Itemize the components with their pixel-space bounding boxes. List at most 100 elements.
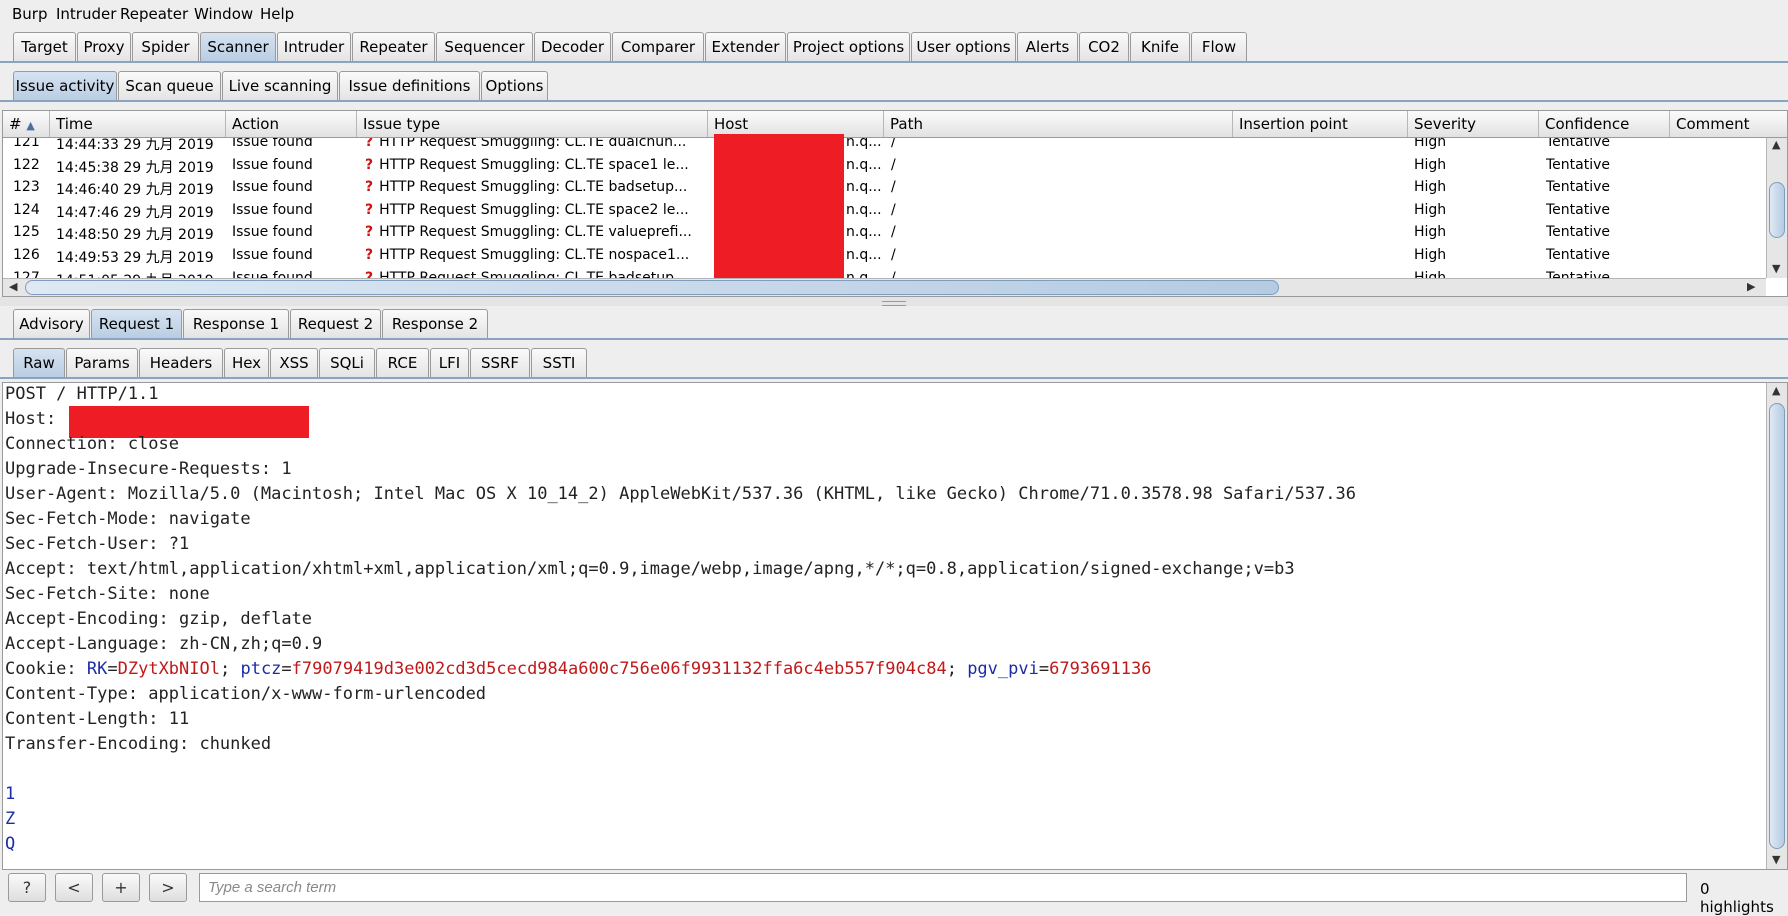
table-header: # ▲ Time Action Issue type Host Path Ins… xyxy=(3,111,1787,138)
tab-rce[interactable]: RCE xyxy=(376,348,429,377)
col-header-confidence[interactable]: Confidence xyxy=(1539,111,1670,137)
tab-params[interactable]: Params xyxy=(66,348,138,377)
menu-repeater[interactable]: Repeater xyxy=(120,5,188,23)
row-number: 127 xyxy=(13,269,40,278)
scroll-right-arrow-icon[interactable]: ▶ xyxy=(1747,280,1755,293)
scroll-up-arrow-icon[interactable]: ▲ xyxy=(1772,384,1780,397)
col-header-action[interactable]: Action xyxy=(226,111,357,137)
row-host: n.q... xyxy=(846,179,882,196)
table-vertical-scrollbar[interactable]: ▲ ▼ xyxy=(1766,138,1787,278)
col-header-severity[interactable]: Severity xyxy=(1408,111,1539,137)
issue-question-icon: ? xyxy=(365,269,374,278)
issue-question-icon: ? xyxy=(365,224,374,241)
row-host: n.q... xyxy=(846,269,882,278)
table-row[interactable]: 123 14:46:40 29 九月 2019 Issue found ? HTT… xyxy=(3,177,1763,200)
col-header-insertion-point[interactable]: Insertion point xyxy=(1233,111,1408,137)
cookie-value: f79079419d3e002cd3d5cecd984a600c756e06f9… xyxy=(291,659,947,679)
raw-request-editor[interactable]: POST / HTTP/1.1 Host: Connection: close … xyxy=(2,382,1788,870)
tab-request-2[interactable]: Request 2 xyxy=(290,309,381,338)
row-number: 123 xyxy=(13,179,40,196)
search-input[interactable] xyxy=(199,873,1687,902)
table-row[interactable]: 126 14:49:53 29 九月 2019 Issue found ? HTT… xyxy=(3,245,1763,268)
row-severity: High xyxy=(1414,224,1447,241)
tab-project-options[interactable]: Project options xyxy=(787,32,910,61)
tab-lfi[interactable]: LFI xyxy=(430,348,469,377)
previous-match-button[interactable]: < xyxy=(55,873,93,902)
col-header-issue-type[interactable]: Issue type xyxy=(357,111,708,137)
tab-extender[interactable]: Extender xyxy=(705,32,786,61)
scroll-left-arrow-icon[interactable]: ◀ xyxy=(9,280,17,293)
row-action: Issue found xyxy=(232,247,313,263)
menu-intruder[interactable]: Intruder xyxy=(56,5,116,23)
tab-response-1[interactable]: Response 1 xyxy=(183,309,289,338)
tab-repeater[interactable]: Repeater xyxy=(352,32,435,61)
tab-response-2[interactable]: Response 2 xyxy=(382,309,488,338)
tab-target[interactable]: Target xyxy=(13,32,76,61)
menu-help[interactable]: Help xyxy=(260,5,294,23)
tab-user-options[interactable]: User options xyxy=(911,32,1016,61)
row-action: Issue found xyxy=(232,179,313,196)
accept-header: Accept: text/html,application/xhtml+xml,… xyxy=(5,559,1295,579)
tab-xss[interactable]: XSS xyxy=(270,348,318,377)
row-number: 126 xyxy=(13,247,40,263)
tab-sqli[interactable]: SQLi xyxy=(319,348,375,377)
menu-burp[interactable]: Burp xyxy=(12,5,48,23)
tab-alerts[interactable]: Alerts xyxy=(1017,32,1078,61)
col-header-comment[interactable]: Comment xyxy=(1670,111,1787,137)
tab-issue-definitions[interactable]: Issue definitions xyxy=(339,71,480,100)
row-issue-type: HTTP Request Smuggling: CL.TE dualchun..… xyxy=(379,138,687,150)
tab-request-1[interactable]: Request 1 xyxy=(91,309,182,338)
row-severity: High xyxy=(1414,201,1447,218)
tab-scan-queue[interactable]: Scan queue xyxy=(118,71,221,100)
issue-activity-table[interactable]: # ▲ Time Action Issue type Host Path Ins… xyxy=(2,110,1788,297)
tab-spider[interactable]: Spider xyxy=(132,32,199,61)
editor-vertical-scroll-thumb[interactable] xyxy=(1769,403,1785,849)
menu-window[interactable]: Window xyxy=(194,5,253,23)
row-time: 14:49:53 29 九月 2019 xyxy=(56,250,214,266)
tab-co2[interactable]: CO2 xyxy=(1079,32,1129,61)
tab-hex[interactable]: Hex xyxy=(224,348,269,377)
tab-sequencer[interactable]: Sequencer xyxy=(436,32,533,61)
tab-scanner[interactable]: Scanner xyxy=(200,32,276,61)
row-issue-type: HTTP Request Smuggling: CL.TE space1 le.… xyxy=(379,156,689,173)
content-type-header: Content-Type: application/x-www-form-url… xyxy=(5,684,487,704)
scroll-down-arrow-icon[interactable]: ▼ xyxy=(1772,262,1780,275)
next-match-button[interactable]: > xyxy=(149,873,187,902)
tab-headers[interactable]: Headers xyxy=(139,348,223,377)
col-header-time[interactable]: Time xyxy=(50,111,226,137)
splitter-grip-icon xyxy=(882,301,906,306)
tab-options[interactable]: Options xyxy=(481,71,548,100)
scroll-up-arrow-icon[interactable]: ▲ xyxy=(1772,138,1780,151)
tab-flow[interactable]: Flow xyxy=(1191,32,1247,61)
tab-live-scanning[interactable]: Live scanning xyxy=(222,71,338,100)
tab-decoder[interactable]: Decoder xyxy=(534,32,611,61)
tab-raw[interactable]: Raw xyxy=(13,348,65,377)
table-row[interactable]: 125 14:48:50 29 九月 2019 Issue found ? HTT… xyxy=(3,222,1763,245)
search-options-button[interactable]: + xyxy=(102,873,140,902)
editor-vertical-scrollbar[interactable]: ▲ ▼ xyxy=(1766,383,1787,869)
tab-comparer[interactable]: Comparer xyxy=(612,32,704,61)
tab-ssti[interactable]: SSTI xyxy=(531,348,587,377)
tab-issue-activity[interactable]: Issue activity xyxy=(13,71,117,100)
col-header-path[interactable]: Path xyxy=(884,111,1233,137)
table-row[interactable]: 121 14:44:33 29 九月 2019 Issue found ? HTT… xyxy=(3,138,1763,155)
menu-bar: Burp Intruder Repeater Window Help xyxy=(0,0,1788,29)
table-row[interactable]: 122 14:45:38 29 九月 2019 Issue found ? HTT… xyxy=(3,155,1763,178)
table-horizontal-scrollbar[interactable]: ◀ ▶ xyxy=(3,278,1766,296)
scroll-down-arrow-icon[interactable]: ▼ xyxy=(1772,853,1780,866)
table-row[interactable]: 127 14:51:05 29 九月 2019 Issue found ? HTT… xyxy=(3,268,1763,278)
tab-intruder[interactable]: Intruder xyxy=(277,32,351,61)
tab-knife[interactable]: Knife xyxy=(1130,32,1190,61)
row-host: n.q... xyxy=(846,138,882,150)
row-severity: High xyxy=(1414,247,1447,263)
tab-proxy[interactable]: Proxy xyxy=(77,32,131,61)
tab-advisory[interactable]: Advisory xyxy=(13,309,90,338)
table-vertical-scroll-thumb[interactable] xyxy=(1769,182,1785,238)
tab-ssrf[interactable]: SSRF xyxy=(470,348,530,377)
col-header-number[interactable]: # ▲ xyxy=(3,111,50,137)
table-row[interactable]: 124 14:47:46 29 九月 2019 Issue found ? HTT… xyxy=(3,200,1763,223)
help-button[interactable]: ? xyxy=(8,873,46,902)
row-severity: High xyxy=(1414,269,1447,278)
table-horizontal-scroll-thumb[interactable] xyxy=(25,280,1279,295)
row-number: 122 xyxy=(13,156,40,173)
